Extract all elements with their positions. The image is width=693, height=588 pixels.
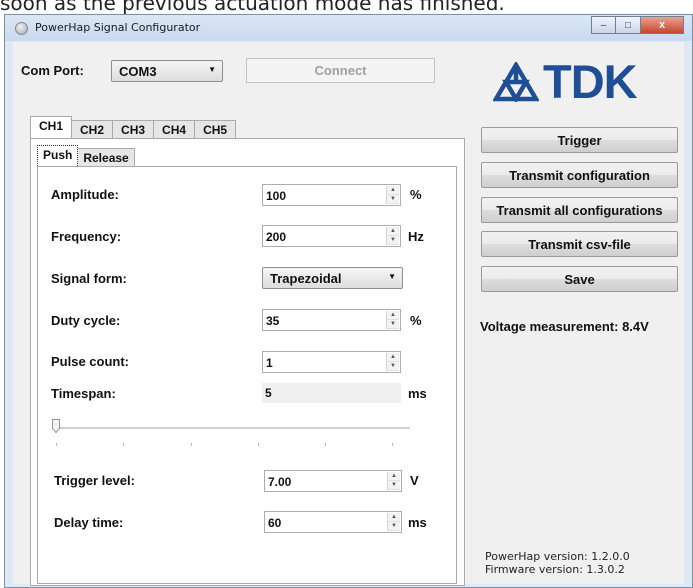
delay-time-field[interactable]: 60 ▲ ▼	[264, 511, 402, 533]
delay-time-unit: ms	[408, 515, 427, 530]
transmit-configuration-button[interactable]: Transmit configuration	[481, 162, 678, 188]
chevron-down-icon: ▼	[388, 272, 396, 281]
duty-cycle-spinner[interactable]: ▲ ▼	[386, 311, 399, 329]
timespan-label: Timespan:	[51, 386, 116, 401]
duty-cycle-value: 35	[266, 314, 280, 328]
tab-ch3[interactable]: CH3	[112, 120, 155, 138]
duty-cycle-unit: %	[410, 313, 422, 328]
signal-form-label: Signal form:	[51, 271, 127, 286]
tab-ch5[interactable]: CH5	[194, 120, 237, 138]
frequency-value: 200	[266, 230, 287, 244]
channel-tabs: CH1 CH2 CH3 CH4 CH5	[30, 116, 237, 138]
frequency-spinner[interactable]: ▲ ▼	[386, 227, 399, 245]
trigger-level-value: 7.00	[268, 475, 292, 489]
delay-time-spinner[interactable]: ▲ ▼	[387, 513, 400, 531]
tdk-emblem-icon	[493, 62, 539, 102]
com-port-select[interactable]: COM3 ▼	[111, 60, 223, 82]
timespan-slider-track[interactable]	[56, 427, 410, 430]
client-area: Com Port: COM3 ▼ Connect TDK CH1 CH2 CH3…	[13, 42, 684, 586]
save-button[interactable]: Save	[481, 266, 678, 292]
frequency-field[interactable]: 200 ▲ ▼	[262, 225, 401, 247]
tab-ch1[interactable]: CH1	[30, 116, 73, 138]
slider-tick	[56, 443, 57, 446]
connect-button[interactable]: Connect	[246, 58, 435, 83]
channel-panel: Push Release Amplitude: 100 ▲ ▼ % Frequen…	[30, 138, 465, 586]
slider-tick	[392, 443, 393, 446]
firmware-version: Firmware version: 1.3.0.2	[485, 563, 625, 576]
frequency-unit: Hz	[408, 229, 424, 244]
amplitude-value: 100	[266, 189, 287, 203]
frequency-label: Frequency:	[51, 229, 122, 244]
title-bar[interactable]: PowerHap Signal Configurator – □ x	[5, 15, 692, 41]
timespan-unit: ms	[408, 386, 427, 401]
slider-tick	[258, 443, 259, 446]
voltage-measurement: Voltage measurement: 8.4V	[480, 319, 649, 334]
pulse-count-label: Pulse count:	[51, 354, 130, 369]
transmit-csv-file-button[interactable]: Transmit csv-file	[481, 231, 678, 257]
amplitude-field[interactable]: 100 ▲ ▼	[262, 184, 401, 206]
pulse-count-field[interactable]: 1 ▲ ▼	[262, 351, 401, 373]
slider-tick	[325, 443, 326, 446]
app-window: PowerHap Signal Configurator – □ x Com P…	[4, 14, 693, 588]
tdk-logo-text: TDK	[543, 55, 638, 108]
tab-push[interactable]: Push	[37, 145, 79, 166]
app-icon	[15, 22, 28, 35]
delay-time-value: 60	[268, 516, 282, 530]
tab-ch2[interactable]: CH2	[71, 120, 114, 138]
transmit-all-configurations-button[interactable]: Transmit all configurations	[481, 197, 678, 223]
trigger-level-unit: V	[410, 473, 419, 488]
slider-tick	[123, 443, 124, 446]
window-title: PowerHap Signal Configurator	[35, 21, 201, 34]
duty-cycle-label: Duty cycle:	[51, 313, 121, 328]
timespan-slider-thumb[interactable]	[52, 419, 60, 433]
amplitude-label: Amplitude:	[51, 187, 119, 202]
signal-form-value: Trapezoidal	[270, 271, 342, 286]
amplitude-spinner[interactable]: ▲ ▼	[386, 186, 399, 204]
caption-buttons: – □ x	[591, 16, 684, 34]
slider-tick	[191, 443, 192, 446]
pulse-count-value: 1	[266, 356, 273, 370]
tab-release[interactable]: Release	[77, 148, 135, 166]
signal-form-select[interactable]: Trapezoidal ▼	[262, 267, 403, 289]
push-release-tabs: Push Release	[37, 145, 135, 166]
timespan-field: 5	[262, 383, 401, 403]
chevron-down-icon: ▼	[208, 65, 216, 74]
maximize-button[interactable]: □	[616, 16, 641, 34]
close-button[interactable]: x	[641, 16, 684, 34]
tab-ch4[interactable]: CH4	[153, 120, 196, 138]
delay-time-label: Delay time:	[54, 515, 124, 530]
duty-cycle-field[interactable]: 35 ▲ ▼	[262, 309, 401, 331]
trigger-button[interactable]: Trigger	[481, 127, 678, 153]
amplitude-unit: %	[410, 187, 422, 202]
trigger-level-label: Trigger level:	[54, 473, 135, 488]
com-port-value: COM3	[119, 64, 157, 79]
tdk-logo: TDK	[493, 55, 638, 108]
powerhap-version: PowerHap version: 1.2.0.0	[485, 550, 630, 563]
com-port-label: Com Port:	[21, 63, 84, 78]
trigger-level-field[interactable]: 7.00 ▲ ▼	[264, 470, 402, 492]
push-panel: Amplitude: 100 ▲ ▼ % Frequency: 200 ▲ ▼ Hz…	[37, 166, 457, 584]
pulse-count-spinner[interactable]: ▲ ▼	[386, 353, 399, 371]
minimize-button[interactable]: –	[591, 16, 616, 34]
trigger-level-spinner[interactable]: ▲ ▼	[387, 472, 400, 490]
